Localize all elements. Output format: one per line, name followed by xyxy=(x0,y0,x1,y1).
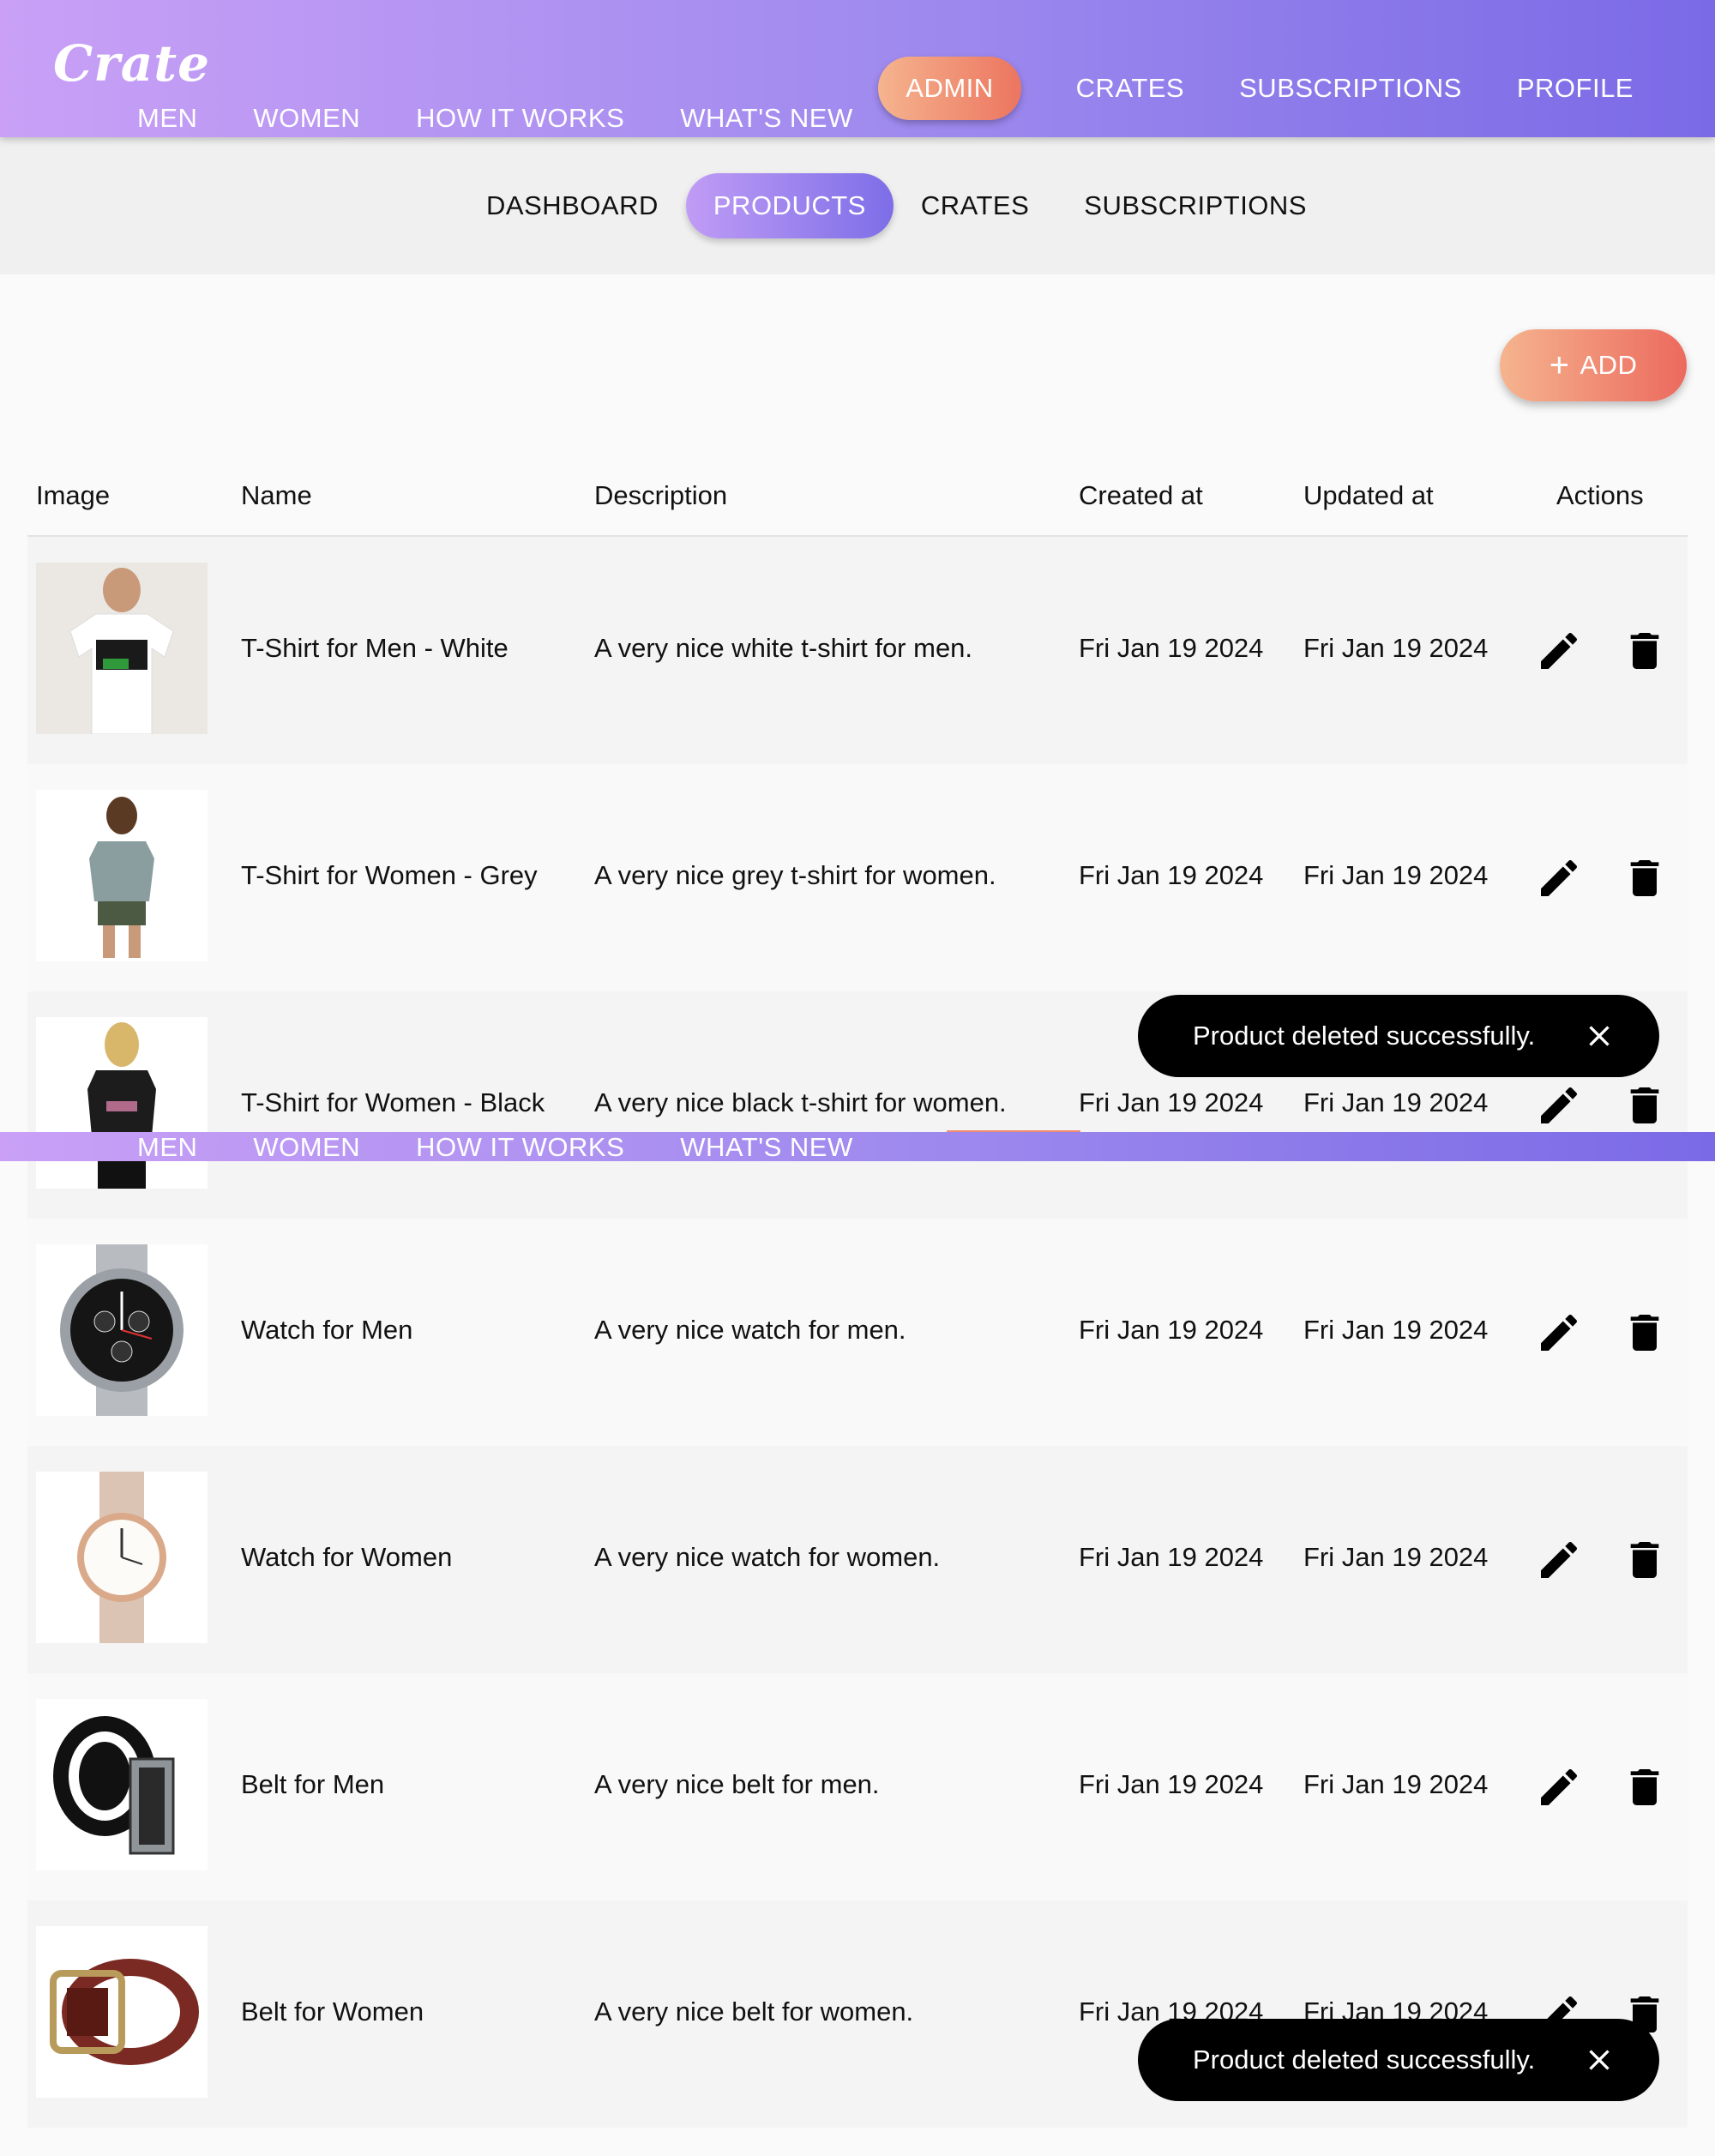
nav-profile[interactable]: PROFILE xyxy=(1517,73,1634,104)
trash-icon[interactable] xyxy=(1621,627,1669,675)
admin-subnav: DASHBOARD PRODUCTS CRATES SUBSCRIPTIONS xyxy=(0,137,1715,274)
product-name: Belt for Women xyxy=(241,1996,424,2027)
product-image-watch-women xyxy=(36,1472,208,1643)
product-name: Watch for Women xyxy=(241,1542,453,1572)
product-description: A very nice black t-shirt for women. xyxy=(594,1087,1007,1117)
category-nav: MEN WOMEN HOW IT WORKS WHAT'S NEW xyxy=(137,103,909,134)
product-description: A very nice grey t-shirt for women. xyxy=(594,860,996,890)
product-updated-at: Fri Jan 19 2024 xyxy=(1303,1542,1489,1572)
nav-how-it-works[interactable]: HOW IT WORKS xyxy=(416,103,624,134)
nav-crates[interactable]: CRATES xyxy=(1076,73,1184,104)
nav-men[interactable]: MEN xyxy=(137,1132,197,1163)
add-button-label: ADD xyxy=(1580,350,1638,380)
pencil-icon[interactable] xyxy=(1535,1309,1583,1357)
trash-icon[interactable] xyxy=(1621,1763,1669,1811)
crate-logo[interactable]: Crate xyxy=(53,34,210,93)
tab-dashboard[interactable]: DASHBOARD xyxy=(459,173,686,238)
nav-women[interactable]: WOMEN xyxy=(253,103,360,134)
table-row: Watch for Men A very nice watch for men.… xyxy=(27,1219,1688,1446)
product-name: T-Shirt for Women - Black xyxy=(241,1087,545,1117)
product-created-at: Fri Jan 19 2024 xyxy=(1079,633,1264,663)
product-created-at: Fri Jan 19 2024 xyxy=(1079,1315,1264,1345)
table-header: Image Name Description Created at Update… xyxy=(27,463,1688,537)
products-table: Image Name Description Created at Update… xyxy=(27,463,1688,2128)
account-nav: ADMIN CRATES SUBSCRIPTIONS PROFILE xyxy=(878,57,1634,120)
column-header-created-at: Created at xyxy=(1079,480,1203,510)
pencil-icon[interactable] xyxy=(1535,1763,1583,1811)
close-icon[interactable] xyxy=(1582,2043,1616,2077)
trash-icon[interactable] xyxy=(1621,1081,1669,1129)
pencil-icon[interactable] xyxy=(1535,627,1583,675)
column-header-updated-at: Updated at xyxy=(1303,480,1434,510)
nav-whats-new[interactable]: WHAT'S NEW xyxy=(680,1132,853,1163)
toast-message: Product deleted successfully. xyxy=(1193,2045,1536,2075)
tab-crates[interactable]: CRATES xyxy=(894,173,1056,238)
product-description: A very nice belt for women. xyxy=(594,1996,914,2027)
product-created-at: Fri Jan 19 2024 xyxy=(1079,860,1264,890)
product-updated-at: Fri Jan 19 2024 xyxy=(1303,860,1489,890)
product-updated-at: Fri Jan 19 2024 xyxy=(1303,1769,1489,1799)
nav-women[interactable]: WOMEN xyxy=(253,1132,360,1163)
pencil-icon[interactable] xyxy=(1535,1536,1583,1584)
add-product-button[interactable]: + ADD xyxy=(1500,329,1687,401)
duplicated-header-strip: MEN WOMEN HOW IT WORKS WHAT'S NEW xyxy=(0,1132,1715,1163)
product-description: A very nice watch for women. xyxy=(594,1542,941,1572)
nav-subscriptions[interactable]: SUBSCRIPTIONS xyxy=(1239,73,1462,104)
table-row: Belt for Men A very nice belt for men. F… xyxy=(27,1673,1688,1900)
close-icon[interactable] xyxy=(1582,1019,1616,1053)
pencil-icon[interactable] xyxy=(1535,1081,1583,1129)
admin-button[interactable]: ADMIN xyxy=(878,57,1021,120)
column-header-name: Name xyxy=(241,480,312,510)
product-image-tshirt-men-white xyxy=(36,563,208,734)
table-row: T-Shirt for Women - Grey A very nice gre… xyxy=(27,764,1688,991)
column-header-image: Image xyxy=(36,480,111,510)
tab-subscriptions[interactable]: SUBSCRIPTIONS xyxy=(1056,173,1334,238)
table-row: Watch for Women A very nice watch for wo… xyxy=(27,1446,1688,1673)
product-image-tshirt-women-grey xyxy=(36,790,208,961)
product-description: A very nice belt for men. xyxy=(594,1769,880,1799)
top-header: Crate MEN WOMEN HOW IT WORKS WHAT'S NEW … xyxy=(0,0,1715,137)
nav-men[interactable]: MEN xyxy=(137,103,197,134)
product-name: Watch for Men xyxy=(241,1315,413,1345)
product-created-at: Fri Jan 19 2024 xyxy=(1079,1542,1264,1572)
product-name: T-Shirt for Men - White xyxy=(241,633,508,663)
tab-products[interactable]: PRODUCTS xyxy=(685,173,894,238)
pencil-icon[interactable] xyxy=(1535,854,1583,902)
nav-whats-new[interactable]: WHAT'S NEW xyxy=(680,103,853,134)
product-name: Belt for Men xyxy=(241,1769,385,1799)
trash-icon[interactable] xyxy=(1621,854,1669,902)
plus-icon: + xyxy=(1549,346,1570,384)
product-image-watch-men xyxy=(36,1244,208,1416)
product-created-at: Fri Jan 19 2024 xyxy=(1079,1087,1264,1117)
snackbar-toast: Product deleted successfully. xyxy=(1138,2019,1659,2101)
product-updated-at: Fri Jan 19 2024 xyxy=(1303,633,1489,663)
product-updated-at: Fri Jan 19 2024 xyxy=(1303,1315,1489,1345)
trash-icon[interactable] xyxy=(1621,1536,1669,1584)
product-updated-at: Fri Jan 19 2024 xyxy=(1303,1087,1489,1117)
product-name: T-Shirt for Women - Grey xyxy=(241,860,538,890)
product-image-belt-women xyxy=(36,1926,208,2098)
nav-how-it-works[interactable]: HOW IT WORKS xyxy=(416,1132,624,1163)
table-row: T-Shirt for Men - White A very nice whit… xyxy=(27,537,1688,764)
toast-message: Product deleted successfully. xyxy=(1193,1021,1536,1051)
product-image-tshirt-women-black xyxy=(36,1017,208,1189)
column-header-actions: Actions xyxy=(1556,480,1644,510)
product-description: A very nice watch for men. xyxy=(594,1315,906,1345)
product-image-belt-men xyxy=(36,1699,208,1870)
product-description: A very nice white t-shirt for men. xyxy=(594,633,973,663)
trash-icon[interactable] xyxy=(1621,1309,1669,1357)
column-header-description: Description xyxy=(594,480,728,510)
snackbar-toast: Product deleted successfully. xyxy=(1138,995,1659,1077)
product-created-at: Fri Jan 19 2024 xyxy=(1079,1769,1264,1799)
